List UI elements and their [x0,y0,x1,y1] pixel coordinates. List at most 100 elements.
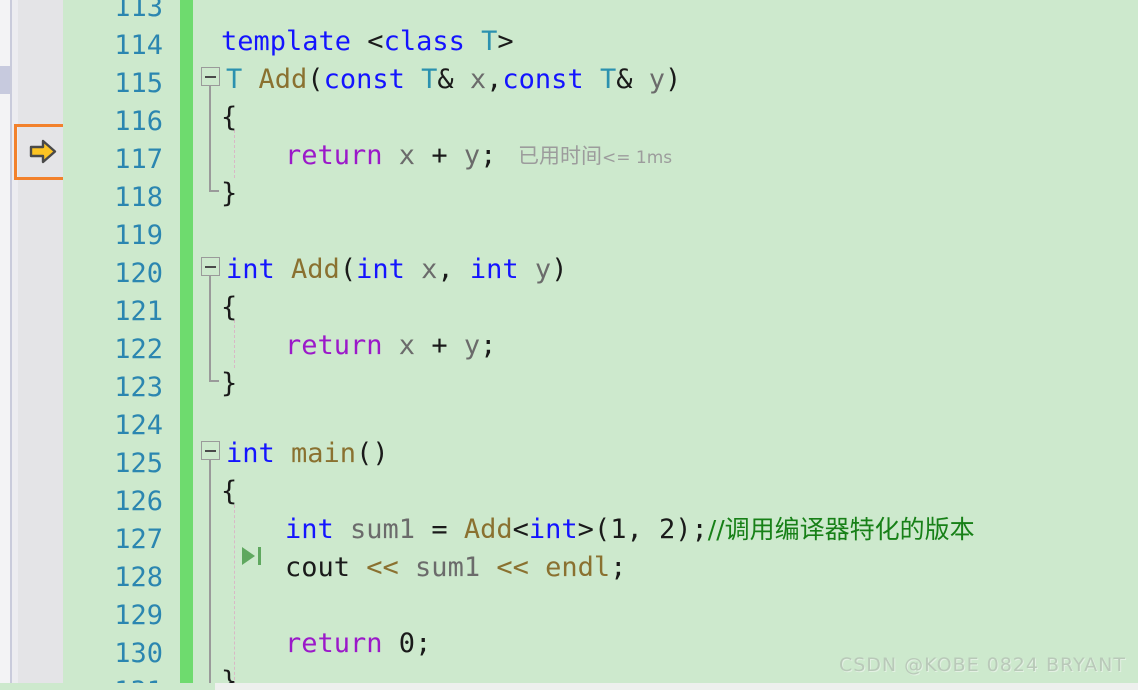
vs-code-editor-window: 113 114 115 116 117 118 119 120 121 122 … [0,0,1138,690]
code-line-126: { [221,476,238,507]
breakpoint-gutter[interactable] [18,0,63,690]
token-number: 1 [610,514,627,545]
line-number: 115 [114,68,163,99]
token-keyword: int [469,254,519,285]
token-identifier: y [632,64,665,95]
token-punct: , [437,254,470,285]
line-number: 120 [114,258,163,289]
token-punct: , [626,514,659,545]
token-punct: & [437,64,454,95]
token-control-keyword: return [285,140,383,171]
outline-vertical-line [209,86,211,190]
token-operator: = [431,514,464,545]
line-number: 127 [114,524,163,555]
token-punct: < [512,514,529,545]
token-number: 2 [658,514,676,545]
code-line-122: return x + y; [285,327,496,365]
line-number: 121 [114,296,163,327]
token-punct: ; [415,628,432,659]
code-line-116: { [221,102,238,133]
token-keyword: class [383,26,465,57]
token-punct: ) [675,514,692,545]
change-tracking-bar [180,0,193,690]
scrollbar-map-thumb[interactable] [0,66,10,94]
token-function: main [274,438,357,469]
token-type: T [583,64,617,95]
token-keyword: template [221,26,352,57]
token-comment: //调用编译器特化的版本 [707,515,975,544]
code-line-121: { [221,292,238,323]
line-number: 130 [114,638,163,669]
outline-vertical-line [209,460,211,690]
run-to-click-icon[interactable] [239,545,265,567]
token-keyword: const [323,64,405,95]
token-keyword: int [356,254,405,285]
token-punct: ( [339,254,357,285]
outline-foot-line [209,190,219,192]
token-punct: ( [307,64,324,95]
collapse-minus-box[interactable] [201,257,220,276]
token-operator: + [431,140,448,171]
token-keyword: int [226,438,275,469]
token-punct: > [577,514,594,545]
token-punct: ) [551,254,568,285]
token-operator: << [366,552,399,583]
token-keyword: int [528,514,578,545]
code-text-area[interactable]: template <class T> T Add(const T& x,cons… [193,0,1138,690]
token-identifier: x [382,330,432,361]
token-punct: ; [480,140,497,171]
indent-guide [234,320,235,368]
line-number: 113 [114,0,163,23]
token-keyword: int [226,254,275,285]
token-identifier: y [447,140,481,171]
indent-guide [234,130,235,178]
line-number: 118 [114,182,163,213]
token-identifier: sum1 [398,552,497,583]
token-identifier-cout: cout [285,552,367,583]
token-punct: ( [593,514,611,545]
perftip-value: <= 1ms [602,148,673,168]
line-number: 123 [114,372,163,403]
token-type: T [226,64,243,95]
token-identifier: sum1 [333,514,432,545]
token-function: Add [242,64,308,95]
token-identifier: x [404,254,438,285]
token-identifier: x [382,140,432,171]
token-punct: > [497,26,514,57]
code-line-117: return x + y; [285,137,496,175]
bottom-gutter-strip [0,683,215,690]
line-number: 116 [114,106,163,137]
code-line-114: template <class T> [221,23,514,61]
line-number: 119 [114,220,163,251]
line-number: 114 [114,30,163,61]
token-punct: < [351,26,384,57]
token-operator: << [496,552,529,583]
line-number-gutter: 113 114 115 116 117 118 119 120 121 122 … [63,0,180,690]
scrollbar-map-track[interactable] [0,0,10,690]
token-identifier-endl: endl [528,552,611,583]
code-line-118: } [221,178,238,209]
token-keyword: int [285,514,334,545]
code-line-130: return 0; [285,625,431,663]
line-number: 128 [114,562,163,593]
line-number: 122 [114,334,163,365]
token-function: Add [463,514,513,545]
collapse-minus-box[interactable] [201,67,220,86]
code-line-120: int Add(int x, int y) [226,251,567,289]
csdn-watermark: CSDN @KOBE 0824 BRYANT [838,654,1126,676]
code-line-127: int sum1 = Add<int>(1, 2);//调用编译器特化的版本 [285,511,975,549]
horizontal-scrollbar[interactable] [215,683,1138,690]
code-line-123: } [221,368,238,399]
code-line-115: T Add(const T& x,const T& y) [226,61,681,99]
token-identifier: x [453,64,487,95]
token-operator: + [431,330,448,361]
token-identifier: y [518,254,552,285]
line-number: 126 [114,486,163,517]
token-punct: , [486,64,503,95]
collapse-minus-box[interactable] [201,441,220,460]
perftip-elapsed-time[interactable]: 已用时间<= 1ms [518,140,672,170]
token-control-keyword: return [285,628,383,659]
token-punct: ) [664,64,682,95]
outline-vertical-line [209,276,211,380]
token-punct: & [616,64,633,95]
